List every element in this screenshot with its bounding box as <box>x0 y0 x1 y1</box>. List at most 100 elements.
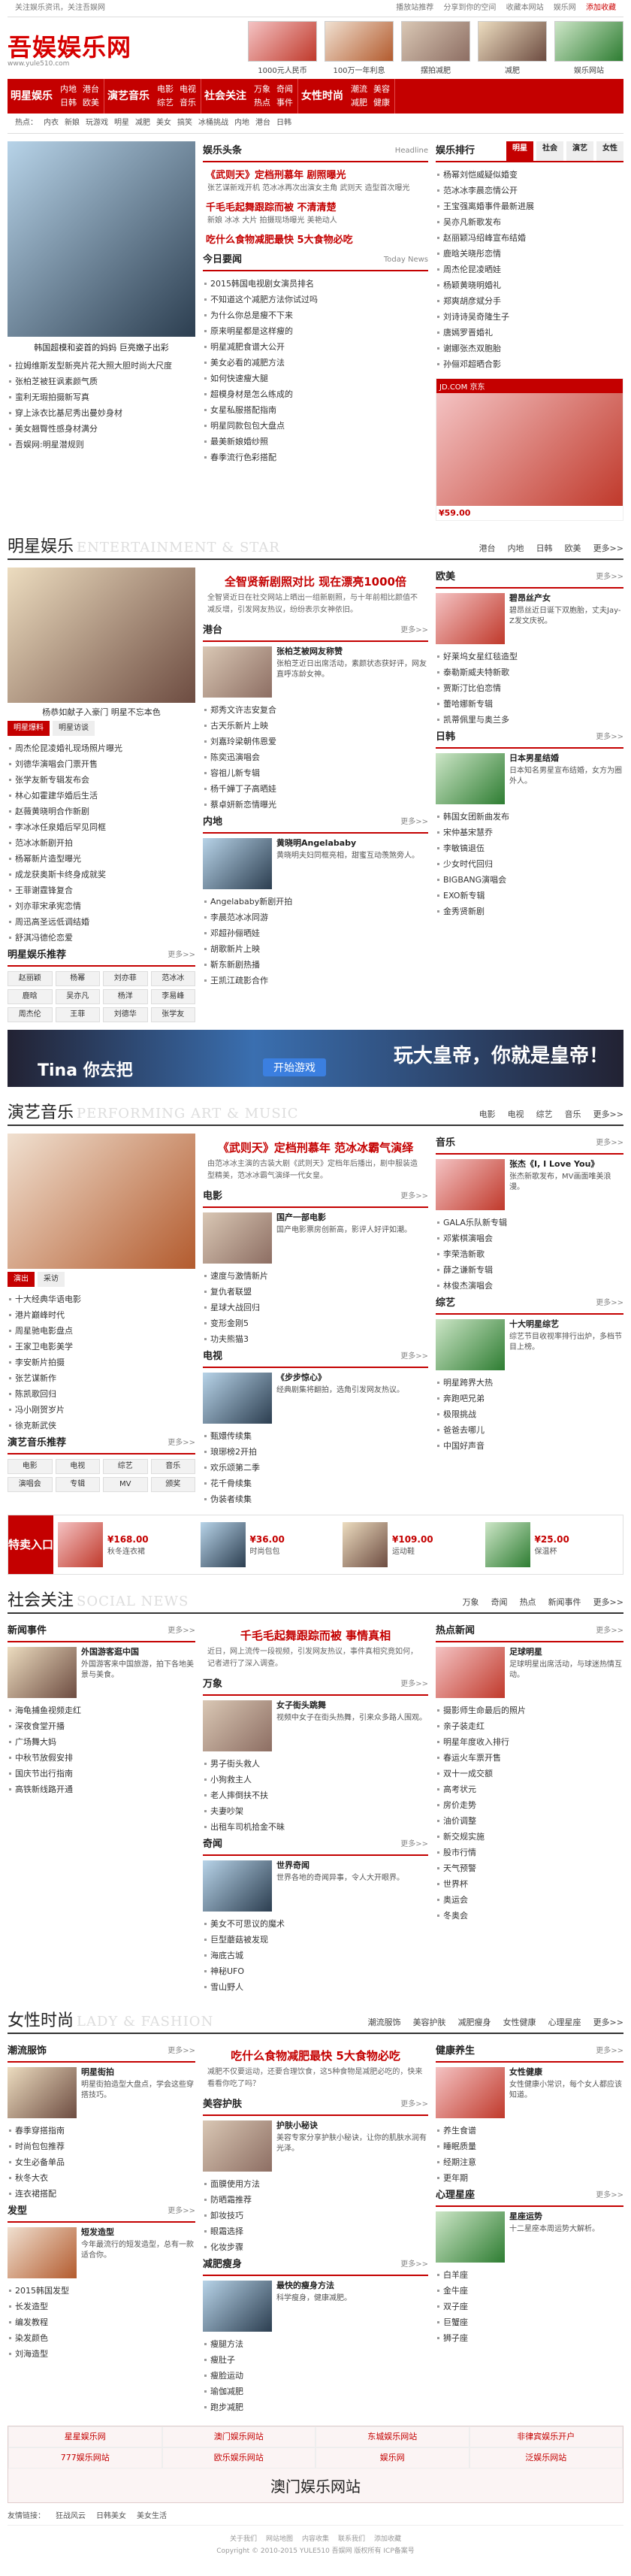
list-item[interactable]: 瘦腿方法 <box>203 2336 428 2352</box>
footer-link[interactable]: 娱乐网 <box>316 2447 469 2469</box>
list-item[interactable]: 功夫熊猫3 <box>203 1331 428 1347</box>
list-item[interactable]: 国庆节出行指南 <box>8 1766 195 1781</box>
hot-keyword[interactable]: 减肥 <box>135 119 150 127</box>
list-item[interactable]: 星球大战回归 <box>203 1300 428 1315</box>
list-item[interactable]: 海底古城 <box>203 1948 428 1963</box>
list-item[interactable]: 薛之谦新专辑 <box>436 1262 623 1278</box>
list-item[interactable]: 明星减肥食谱大公开 <box>203 339 428 355</box>
list-item[interactable]: 爸爸去哪儿 <box>436 1422 623 1438</box>
list-item[interactable]: 双十一成交额 <box>436 1766 623 1781</box>
tag[interactable]: 专辑 <box>55 1477 100 1492</box>
shop-photo[interactable] <box>200 1522 246 1567</box>
more-link[interactable]: 更多>> <box>400 1835 428 1854</box>
list-item[interactable]: 赵丽颖冯绍峰宣布结婚 <box>436 230 623 246</box>
rank-tab[interactable]: 女性 <box>596 141 623 161</box>
footer-link[interactable]: 777娱乐网站 <box>8 2447 162 2469</box>
list-item[interactable]: 变形金刚5 <box>203 1315 428 1331</box>
list-item[interactable]: 胡歌新片上映 <box>203 941 428 957</box>
tag[interactable]: 演唱会 <box>8 1477 53 1492</box>
list-item[interactable]: 少女时代回归 <box>436 856 623 872</box>
thumb-photo[interactable] <box>436 593 505 644</box>
list-item[interactable]: 男子街头救人 <box>203 1756 428 1772</box>
thumb-title[interactable]: 十大明星综艺 <box>509 1319 623 1330</box>
list-item[interactable]: 港片巅峰时代 <box>8 1307 195 1323</box>
list-item[interactable]: 十大经典华语电影 <box>8 1291 195 1307</box>
list-item[interactable]: 美女翘臀性感身材满分 <box>8 421 195 437</box>
shop-photo[interactable] <box>485 1522 530 1567</box>
more-link[interactable]: 更多>> <box>596 1134 623 1153</box>
section-tab[interactable]: 电视 <box>508 1109 524 1119</box>
more-link[interactable]: 更多>> <box>596 2042 623 2061</box>
list-item[interactable]: 王菲谢霆锋复合 <box>8 882 195 898</box>
list-item[interactable]: 周杰伦昆凌晒娃 <box>436 262 623 277</box>
nav-sub[interactable]: 事件 <box>276 96 293 110</box>
nav-sub[interactable]: 健康 <box>373 96 390 110</box>
list-item[interactable]: 新交规实施 <box>436 1829 623 1845</box>
section-tab[interactable]: 更多>> <box>593 1109 623 1119</box>
thumb-photo[interactable] <box>436 1319 505 1370</box>
thumb-photo[interactable] <box>203 2120 272 2172</box>
hot-keyword[interactable]: 搞笑 <box>177 119 192 127</box>
rank-tab[interactable]: 演艺 <box>566 141 593 161</box>
more-link[interactable]: 更多>> <box>400 813 428 832</box>
list-item[interactable]: 奔跑吧兄弟 <box>436 1391 623 1406</box>
site-logo[interactable]: 吾娱娱乐网 www.yule510.com <box>8 29 131 68</box>
list-item[interactable]: 王凯江疏影合作 <box>203 973 428 988</box>
footer-link[interactable]: 澳门娱乐网站 <box>162 2426 316 2447</box>
list-item[interactable]: 范冰冰李晨恋情公开 <box>436 183 623 198</box>
friend-link[interactable]: 狂战风云 <box>56 2512 86 2520</box>
thumb-photo[interactable] <box>203 1860 272 1912</box>
bottom-link[interactable]: 网站地图 <box>266 2535 293 2543</box>
hot-keyword[interactable]: 日韩 <box>276 119 291 127</box>
list-item[interactable]: 拉姆维斯发型新亮片花大照大胆时尚大尺度 <box>8 358 195 374</box>
thumb-item[interactable]: 日本男星结婚 日本知名男星宣布结婚，女方为圈外人。 <box>436 753 623 804</box>
thumb-photo[interactable] <box>436 2067 505 2118</box>
jd-ad[interactable]: JD.COM 京东 ¥59.00 <box>436 378 623 521</box>
nav-sub[interactable]: 潮流 <box>351 83 367 96</box>
more-link[interactable]: 更多>> <box>596 728 623 747</box>
thumb-title[interactable]: 碧昂丝产女 <box>509 593 623 604</box>
footer-link[interactable]: 东城娱乐网站 <box>316 2426 469 2447</box>
list-item[interactable]: 欢乐颂第二季 <box>203 1460 428 1476</box>
list-item[interactable]: 秋冬大衣 <box>8 2170 195 2186</box>
thumb-title[interactable]: 护肤小秘诀 <box>276 2120 428 2131</box>
section-tab[interactable]: 综艺 <box>536 1109 553 1119</box>
list-item[interactable]: 林俊杰演唱会 <box>436 1278 623 1294</box>
list-item[interactable]: 穿上泳衣比基尼秀出曼妙身材 <box>8 405 195 421</box>
list-item[interactable]: 杨幂新片造型曝光 <box>8 851 195 867</box>
list-item[interactable]: 鹿晗关晓彤恋情 <box>436 246 623 262</box>
nav-sub[interactable]: 电视 <box>180 83 196 96</box>
list-item[interactable]: 染发颜色 <box>8 2330 195 2346</box>
thumb-title[interactable]: 张柏芝被网友称赞 <box>276 646 428 657</box>
more-link[interactable]: 更多>> <box>400 621 428 640</box>
list-item[interactable]: 2015韩国电视剧女演员排名 <box>203 276 428 292</box>
nav-sub[interactable]: 内地 <box>60 83 77 96</box>
more-link[interactable]: 更多>> <box>168 946 195 965</box>
list-item[interactable]: 吴亦凡新歌发布 <box>436 214 623 230</box>
list-item[interactable]: 凯蒂佩里与奥兰多 <box>436 712 623 728</box>
more-link[interactable]: 更多>> <box>596 2186 623 2205</box>
topbar-link-favorite[interactable]: 添加收藏 <box>586 4 616 12</box>
list-item[interactable]: 张学友新专辑发布会 <box>8 772 195 788</box>
banner-start-button[interactable]: 开始游戏 <box>263 1058 326 1076</box>
shop-photo[interactable] <box>58 1522 103 1567</box>
list-item[interactable]: 高考状元 <box>436 1781 623 1797</box>
footer-link[interactable]: 星星娱乐网 <box>8 2426 162 2447</box>
section-tab[interactable]: 热点 <box>520 1597 536 1607</box>
list-item[interactable]: 神秘UFO <box>203 1963 428 1979</box>
section-headline[interactable]: 《武则天》定档刑慕年 范冰冰霸气演绎 <box>203 1140 428 1155</box>
bottom-link[interactable]: 添加收藏 <box>374 2535 401 2543</box>
nav-sub[interactable]: 减肥 <box>351 96 367 110</box>
list-item[interactable]: 李敏镐退伍 <box>436 840 623 856</box>
more-link[interactable]: 更多>> <box>168 2202 195 2221</box>
tag[interactable]: 刘亦菲 <box>103 971 148 986</box>
list-item[interactable]: 舒淇冯德伦恋爱 <box>8 930 195 946</box>
thumb-item[interactable]: 护肤小秘诀 美容专家分享护肤小秘诀，让你的肌肤水润有光泽。 <box>203 2120 428 2172</box>
headline-link[interactable]: 吃什么食物减肥最快 5大食物必吃 <box>206 232 425 246</box>
headline-link[interactable]: 《武则天》定档刑慕年 剧照曝光 <box>206 167 425 181</box>
list-item[interactable]: 更年期 <box>436 2170 623 2186</box>
list-item[interactable]: 杨颖黄晓明婚礼 <box>436 277 623 293</box>
list-item[interactable]: 双子座 <box>436 2299 623 2314</box>
list-item[interactable]: 容祖儿新专辑 <box>203 765 428 781</box>
list-item[interactable]: 防晒霜推荐 <box>203 2192 428 2208</box>
